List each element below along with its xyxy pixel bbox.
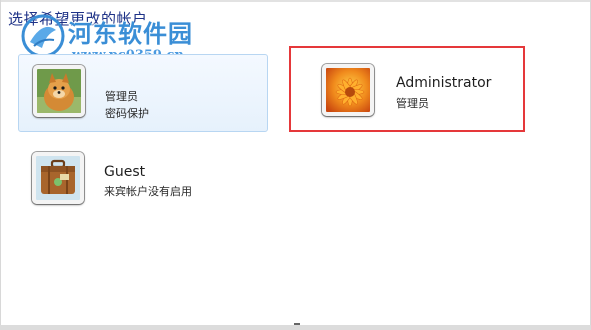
account-password-status: 密码保护 [105, 107, 149, 120]
suitcase-avatar-icon [32, 152, 84, 204]
selection-highlight-box [289, 46, 525, 132]
account-type-label: 管理员 [105, 90, 138, 103]
account-status-label: 来宾帐户没有启用 [104, 185, 192, 198]
window-left-border [0, 0, 1, 330]
account-name: Guest [104, 164, 146, 180]
window-top-border [0, 0, 591, 2]
watermark-site-name: 河东软件园 [68, 20, 193, 48]
account-card-guest[interactable]: Guest 来宾帐户没有启用 [18, 148, 266, 224]
window-bottom-border [0, 325, 591, 330]
dog-avatar-icon [33, 65, 85, 117]
account-card-admin-manager[interactable]: 管理员 密码保护 [18, 54, 268, 132]
